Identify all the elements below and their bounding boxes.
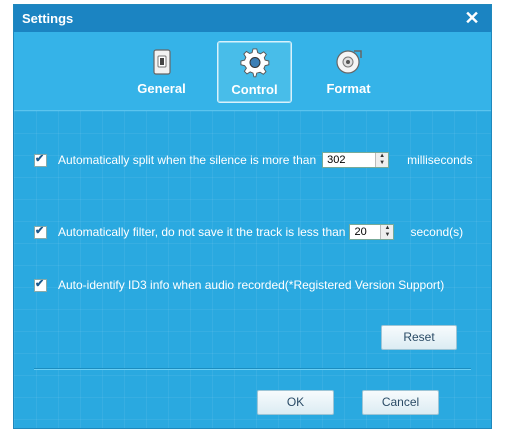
tab-control-label: Control: [231, 82, 278, 97]
filter-label: Automatically filter, do not save it the…: [58, 225, 346, 239]
filter-spinner[interactable]: ▲▼: [349, 224, 395, 240]
split-spinner-arrows[interactable]: ▲ ▼: [375, 153, 389, 167]
up-arrow-icon[interactable]: ▲: [376, 153, 388, 160]
tab-general-label: General: [137, 81, 186, 96]
filter-unit: second(s): [410, 225, 464, 239]
check-icon: ✔: [35, 152, 45, 165]
control-panel: ✔ Automatically split when the silence i…: [14, 111, 491, 428]
phone-switch-icon: [152, 49, 171, 75]
window-title: Settings: [22, 11, 74, 26]
split-spinner[interactable]: ▲▼: [322, 152, 390, 168]
settings-dialog: Settings ✕ General Control Format ✔ Auto…: [13, 4, 492, 429]
reset-button[interactable]: Reset: [381, 325, 457, 350]
down-arrow-icon[interactable]: ▼: [381, 232, 393, 239]
tab-bar: General Control Format: [14, 32, 491, 111]
split-checkbox[interactable]: ✔: [34, 152, 47, 167]
tab-format-label: Format: [326, 81, 371, 96]
id3-label: Auto-identify ID3 info when audio record…: [58, 278, 445, 292]
filter-spinner-arrows[interactable]: ▲ ▼: [380, 225, 394, 239]
filter-checkbox[interactable]: ✔: [34, 224, 47, 239]
cancel-button[interactable]: Cancel: [362, 390, 439, 415]
filter-value-input[interactable]: [350, 225, 381, 239]
check-icon: ✔: [35, 224, 45, 237]
split-label: Automatically split when the silence is …: [58, 153, 317, 167]
ok-button[interactable]: OK: [257, 390, 334, 415]
tab-format[interactable]: Format: [311, 41, 386, 103]
divider: [34, 368, 471, 370]
tab-control[interactable]: Control: [217, 41, 292, 103]
split-option-row: ✔ Automatically split when the silence i…: [34, 152, 472, 168]
split-unit: milliseconds: [407, 153, 473, 167]
up-arrow-icon[interactable]: ▲: [381, 225, 393, 232]
close-icon[interactable]: ✕: [463, 8, 481, 28]
tab-general[interactable]: General: [124, 41, 199, 103]
id3-option-row: ✔ Auto-identify ID3 info when audio reco…: [34, 278, 444, 292]
check-icon: ✔: [35, 277, 45, 290]
down-arrow-icon[interactable]: ▼: [376, 160, 388, 167]
split-value-input[interactable]: [323, 153, 376, 167]
filter-option-row: ✔ Automatically filter, do not save it t…: [34, 224, 463, 240]
id3-checkbox[interactable]: ✔: [34, 277, 47, 292]
gear-icon: [239, 48, 269, 78]
title-bar: Settings ✕: [14, 5, 491, 32]
disc-icon: [335, 50, 362, 74]
